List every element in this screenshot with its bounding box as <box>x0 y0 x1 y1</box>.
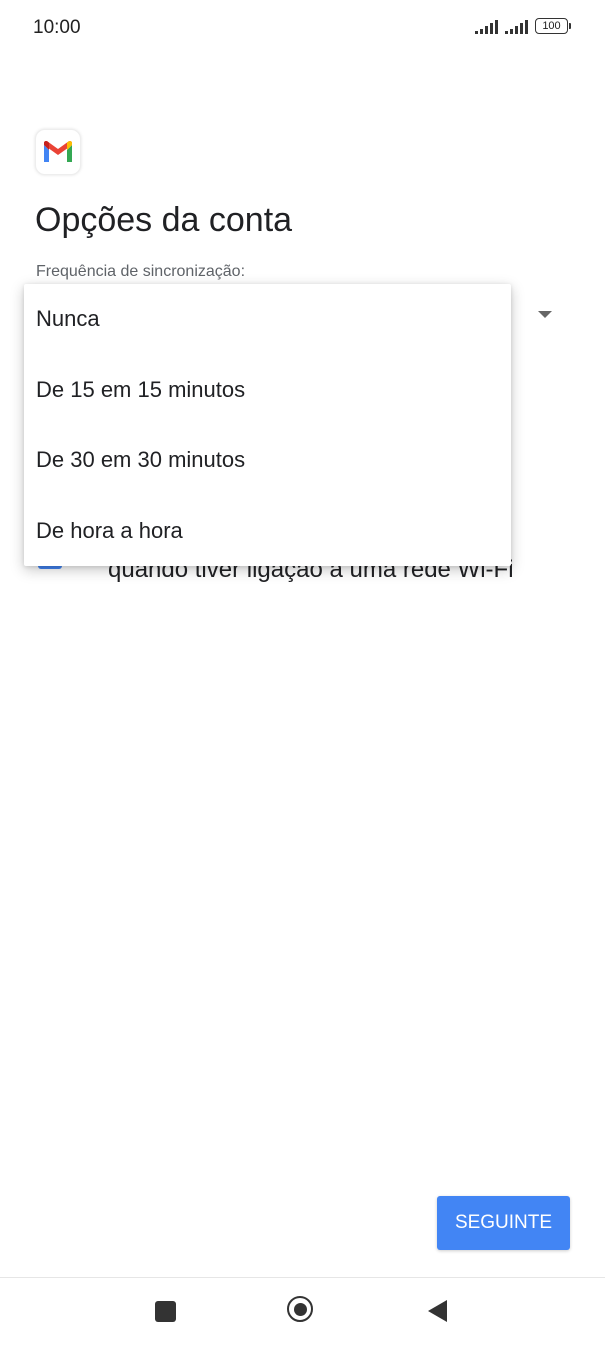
navigation-bar <box>0 1277 605 1347</box>
signal-icon <box>475 20 498 34</box>
status-time: 10:00 <box>33 17 81 38</box>
dropdown-option-hourly[interactable]: De hora a hora <box>24 496 511 567</box>
sync-frequency-dropdown-menu: Nunca De 15 em 15 minutos De 30 em 30 mi… <box>24 284 511 566</box>
dropdown-option-30-min[interactable]: De 30 em 30 minutos <box>24 425 511 496</box>
status-icons: 100 <box>475 18 571 34</box>
page-title: Opções da conta <box>35 201 293 239</box>
next-button[interactable]: SEGUINTE <box>437 1196 570 1250</box>
recents-square-icon[interactable] <box>155 1301 176 1322</box>
dropdown-option-never[interactable]: Nunca <box>24 284 511 355</box>
home-circle-icon[interactable] <box>287 1296 313 1322</box>
back-triangle-icon[interactable] <box>428 1300 447 1322</box>
sync-frequency-label: Frequência de sincronização: <box>36 263 246 280</box>
battery-icon: 100 <box>535 18 571 34</box>
gmail-logo-icon <box>35 129 81 175</box>
dropdown-arrow-icon[interactable] <box>538 311 552 318</box>
dropdown-option-15-min[interactable]: De 15 em 15 minutos <box>24 355 511 426</box>
signal-icon <box>505 20 528 34</box>
status-bar: 10:00 100 <box>0 0 605 58</box>
battery-level: 100 <box>535 18 568 34</box>
